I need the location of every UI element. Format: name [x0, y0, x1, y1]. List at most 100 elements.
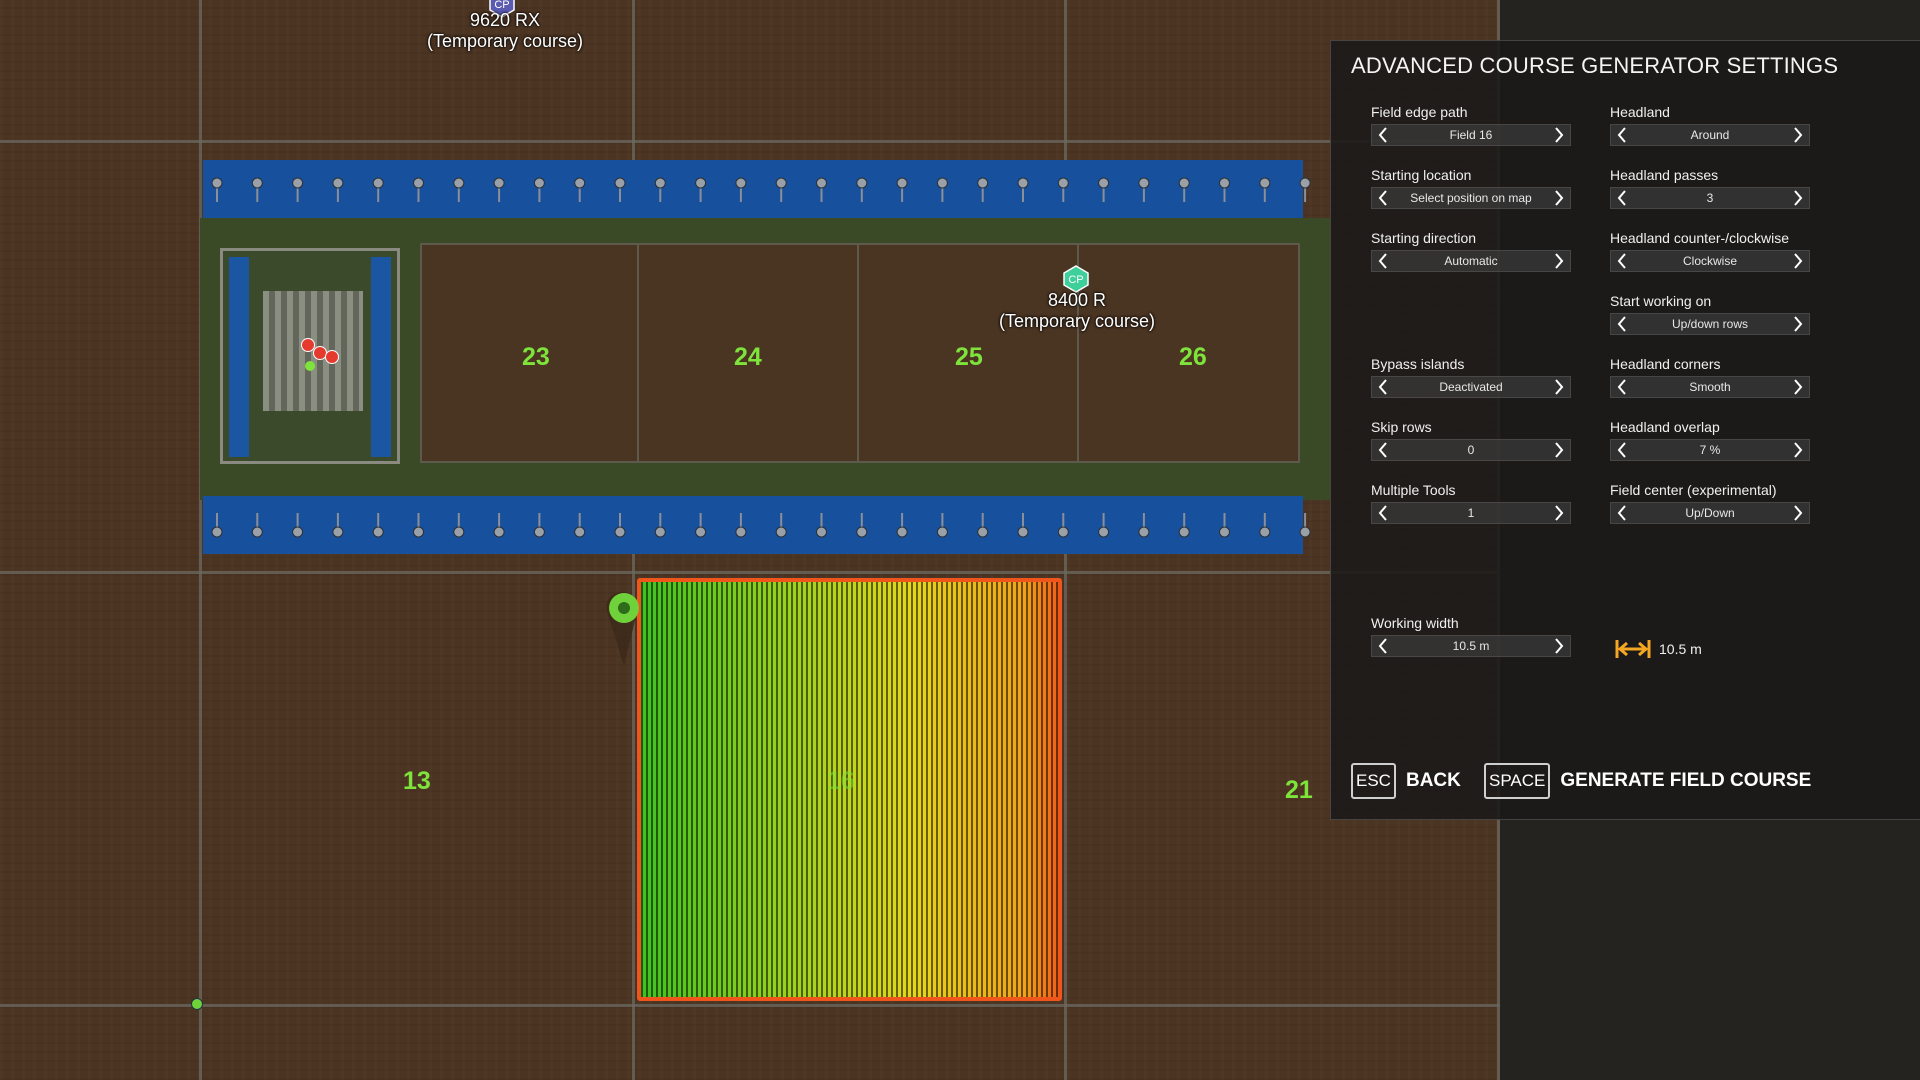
- setting-starting-location: Starting location Select position on map: [1371, 166, 1571, 209]
- setting-field-center: Field center (experimental) Up/Down: [1610, 481, 1810, 524]
- setting-value: 7 %: [1699, 443, 1721, 457]
- chevron-left-icon[interactable]: [1372, 187, 1394, 209]
- setting-value: Smooth: [1689, 380, 1731, 394]
- field-number[interactable]: 26: [1179, 343, 1207, 372]
- field-number[interactable]: 24: [734, 343, 762, 372]
- vehicle-status: (Temporary course): [426, 31, 584, 51]
- vehicle-dot[interactable]: [325, 350, 339, 364]
- chevron-right-icon[interactable]: [1548, 124, 1570, 146]
- headland-selector[interactable]: Around: [1610, 124, 1810, 146]
- vehicle-label[interactable]: 8400 R (Temporary course): [977, 290, 1177, 332]
- chevron-right-icon[interactable]: [1548, 376, 1570, 398]
- chevron-left-icon[interactable]: [1372, 124, 1394, 146]
- chevron-left-icon[interactable]: [1611, 313, 1633, 335]
- width-arrows-icon: [1615, 640, 1651, 658]
- chevron-left-icon[interactable]: [1611, 502, 1633, 524]
- multiple-tools-selector[interactable]: 1: [1371, 502, 1571, 524]
- chevron-right-icon[interactable]: [1548, 250, 1570, 272]
- setting-label: Starting location: [1371, 167, 1472, 183]
- chevron-right-icon[interactable]: [1787, 187, 1809, 209]
- starting-location-selector[interactable]: Select position on map: [1371, 187, 1571, 209]
- setting-working-width: Working width 10.5 m: [1371, 614, 1571, 657]
- map-view[interactable]: 23 24 25 26 13 16 21 CP 9620 RX (Tempora…: [0, 0, 1500, 1080]
- setting-label: Starting direction: [1371, 230, 1477, 246]
- working-width-selector[interactable]: 10.5 m: [1371, 635, 1571, 657]
- vehicle-name: 8400 R: [1047, 290, 1107, 310]
- back-button[interactable]: ESC BACK: [1351, 763, 1461, 799]
- headland-overlap-selector[interactable]: 7 %: [1610, 439, 1810, 461]
- field-number[interactable]: 13: [403, 767, 431, 796]
- chevron-left-icon[interactable]: [1611, 439, 1633, 461]
- setting-multiple-tools: Multiple Tools 1: [1371, 481, 1571, 524]
- chevron-left-icon[interactable]: [1372, 635, 1394, 657]
- setting-label: Skip rows: [1371, 419, 1432, 435]
- setting-headland-passes: Headland passes 3: [1610, 166, 1810, 209]
- chevron-right-icon[interactable]: [1787, 376, 1809, 398]
- headland-passes-selector[interactable]: 3: [1610, 187, 1810, 209]
- field-number[interactable]: 16: [827, 767, 855, 796]
- field-edge-path-selector[interactable]: Field 16: [1371, 124, 1571, 146]
- setting-value: Up/down rows: [1671, 317, 1749, 331]
- chevron-left-icon[interactable]: [1372, 439, 1394, 461]
- working-width-indicator: 10.5 m: [1615, 637, 1702, 661]
- setting-starting-direction: Starting direction Automatic: [1371, 229, 1571, 272]
- headland-corners-selector[interactable]: Smooth: [1610, 376, 1810, 398]
- bypass-islands-selector[interactable]: Deactivated: [1371, 376, 1571, 398]
- setting-headland-corners: Headland corners Smooth: [1610, 355, 1810, 398]
- vehicle-label[interactable]: 9620 RX (Temporary course): [405, 10, 605, 52]
- map-point[interactable]: [191, 998, 203, 1010]
- back-label: BACK: [1405, 770, 1461, 791]
- field-center-selector[interactable]: Up/Down: [1610, 502, 1810, 524]
- starting-direction-selector[interactable]: Automatic: [1371, 250, 1571, 272]
- setting-value: Select position on map: [1410, 191, 1532, 205]
- setting-field-edge-path: Field edge path Field 16: [1371, 103, 1571, 146]
- setting-skip-rows: Skip rows 0: [1371, 418, 1571, 461]
- setting-label: Multiple Tools: [1371, 482, 1456, 498]
- chevron-right-icon[interactable]: [1548, 502, 1570, 524]
- vehicle-status: (Temporary course): [998, 311, 1156, 331]
- setting-headland-direction: Headland counter-/clockwise Clockwise: [1610, 229, 1810, 272]
- chevron-left-icon[interactable]: [1611, 376, 1633, 398]
- setting-value: 1: [1467, 506, 1475, 520]
- chevron-left-icon[interactable]: [1611, 187, 1633, 209]
- chevron-right-icon[interactable]: [1787, 439, 1809, 461]
- chevron-right-icon[interactable]: [1548, 187, 1570, 209]
- start-location-pin-icon[interactable]: [602, 588, 642, 668]
- start-working-on-selector[interactable]: Up/down rows: [1610, 313, 1810, 335]
- setting-value: Automatic: [1444, 254, 1498, 268]
- field-number[interactable]: 25: [955, 343, 983, 372]
- setting-label: Field edge path: [1371, 104, 1468, 120]
- setting-value: 10.5 m: [1452, 639, 1490, 653]
- courseplay-icon[interactable]: CP: [1062, 265, 1090, 293]
- chevron-right-icon[interactable]: [1787, 313, 1809, 335]
- setting-bypass-islands: Bypass islands Deactivated: [1371, 355, 1571, 398]
- setting-label: Headland overlap: [1610, 419, 1720, 435]
- chevron-left-icon[interactable]: [1611, 250, 1633, 272]
- svg-text:CP: CP: [1068, 274, 1083, 286]
- chevron-left-icon[interactable]: [1372, 250, 1394, 272]
- chevron-right-icon[interactable]: [1548, 635, 1570, 657]
- farm-yard[interactable]: [220, 248, 400, 464]
- setting-start-working-on: Start working on Up/down rows: [1610, 292, 1810, 335]
- skip-rows-selector[interactable]: 0: [1371, 439, 1571, 461]
- setting-value: 0: [1467, 443, 1475, 457]
- chevron-right-icon[interactable]: [1548, 439, 1570, 461]
- setting-headland-overlap: Headland overlap 7 %: [1610, 418, 1810, 461]
- setting-label: Field center (experimental): [1610, 482, 1777, 498]
- setting-label: Headland passes: [1610, 167, 1719, 183]
- chevron-left-icon[interactable]: [1372, 502, 1394, 524]
- vehicle-dot[interactable]: [305, 361, 315, 371]
- chevron-right-icon[interactable]: [1787, 502, 1809, 524]
- setting-label: Bypass islands: [1371, 356, 1465, 372]
- headland-direction-selector[interactable]: Clockwise: [1610, 250, 1810, 272]
- course-generator-settings-panel: ADVANCED COURSE GENERATOR SETTINGS Field…: [1330, 40, 1920, 820]
- setting-label: Headland: [1610, 104, 1670, 120]
- chevron-right-icon[interactable]: [1787, 250, 1809, 272]
- field-number[interactable]: 23: [522, 343, 550, 372]
- generate-field-course-button[interactable]: SPACE GENERATE FIELD COURSE: [1484, 763, 1811, 799]
- setting-label: Headland corners: [1610, 356, 1721, 372]
- chevron-left-icon[interactable]: [1372, 376, 1394, 398]
- chevron-right-icon[interactable]: [1787, 124, 1809, 146]
- chevron-left-icon[interactable]: [1611, 124, 1633, 146]
- field-number[interactable]: 21: [1285, 776, 1313, 805]
